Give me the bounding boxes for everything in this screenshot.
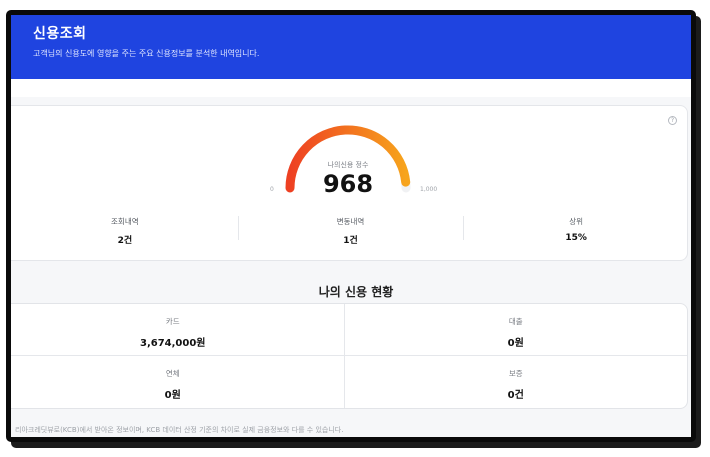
status-overdue[interactable]: 연체 0원 bbox=[11, 356, 345, 408]
help-icon[interactable]: ? bbox=[668, 116, 677, 125]
credit-score-card: ? 나의신용 정수 968 0 1,000 조회내역 2건 변동내역 1건 상위… bbox=[11, 105, 689, 261]
score-value: 968 bbox=[322, 170, 374, 198]
stat-label: 조회내역 bbox=[111, 217, 139, 226]
stat-inquiry[interactable]: 조회내역 2건 bbox=[12, 214, 238, 246]
page-subtitle: 고객님의 신용도에 영향을 주는 주요 신용정보를 분석한 내역입니다. bbox=[33, 49, 260, 58]
status-value: 0원 bbox=[164, 390, 181, 401]
gauge-max-label: 1,000 bbox=[420, 186, 438, 193]
status-guarantee[interactable]: 보증 0건 bbox=[345, 356, 688, 408]
credit-status-grid: 카드 3,674,000원 대출 0원 연체 0원 보증 0건 bbox=[11, 303, 688, 409]
stat-value: 15% bbox=[565, 233, 587, 243]
status-value: 0건 bbox=[507, 390, 524, 401]
stat-label: 변동내역 bbox=[336, 217, 365, 226]
gauge-min-label: 0 bbox=[270, 186, 274, 193]
stat-label: 상위 bbox=[569, 217, 584, 226]
disclaimer-footnote: 리아크레딧뷰로(KCB)에서 받아온 정보이며, KCB 데이터 산정 기준의 … bbox=[15, 426, 344, 434]
header-spacer bbox=[11, 79, 691, 97]
score-stats: 조회내역 2건 변동내역 1건 상위 15% bbox=[12, 214, 689, 246]
stat-changes[interactable]: 변동내역 1건 bbox=[237, 214, 464, 246]
status-loan[interactable]: 대출 0원 bbox=[344, 304, 687, 356]
status-label: 카드 bbox=[165, 317, 180, 326]
credit-status-title: 나의 신용 현황 bbox=[318, 285, 394, 299]
status-value: 3,674,000원 bbox=[139, 338, 206, 349]
stat-value: 1건 bbox=[343, 236, 358, 246]
status-label: 연체 bbox=[165, 369, 180, 378]
status-card[interactable]: 카드 3,674,000원 bbox=[11, 304, 345, 356]
app-window: 신용조회 고객님의 신용도에 영향을 주는 주요 신용정보를 분석한 내역입니다… bbox=[6, 10, 696, 442]
status-value: 0원 bbox=[507, 338, 524, 349]
status-label: 보증 bbox=[508, 369, 523, 378]
score-label: 나의신용 정수 bbox=[327, 161, 369, 169]
page-header: 신용조회 고객님의 신용도에 영향을 주는 주요 신용정보를 분석한 내역입니다… bbox=[11, 15, 691, 79]
page-title: 신용조회 bbox=[33, 26, 87, 42]
status-label: 대출 bbox=[508, 317, 523, 326]
stat-value: 2건 bbox=[117, 236, 133, 246]
stat-rank: 상위 15% bbox=[463, 214, 689, 246]
